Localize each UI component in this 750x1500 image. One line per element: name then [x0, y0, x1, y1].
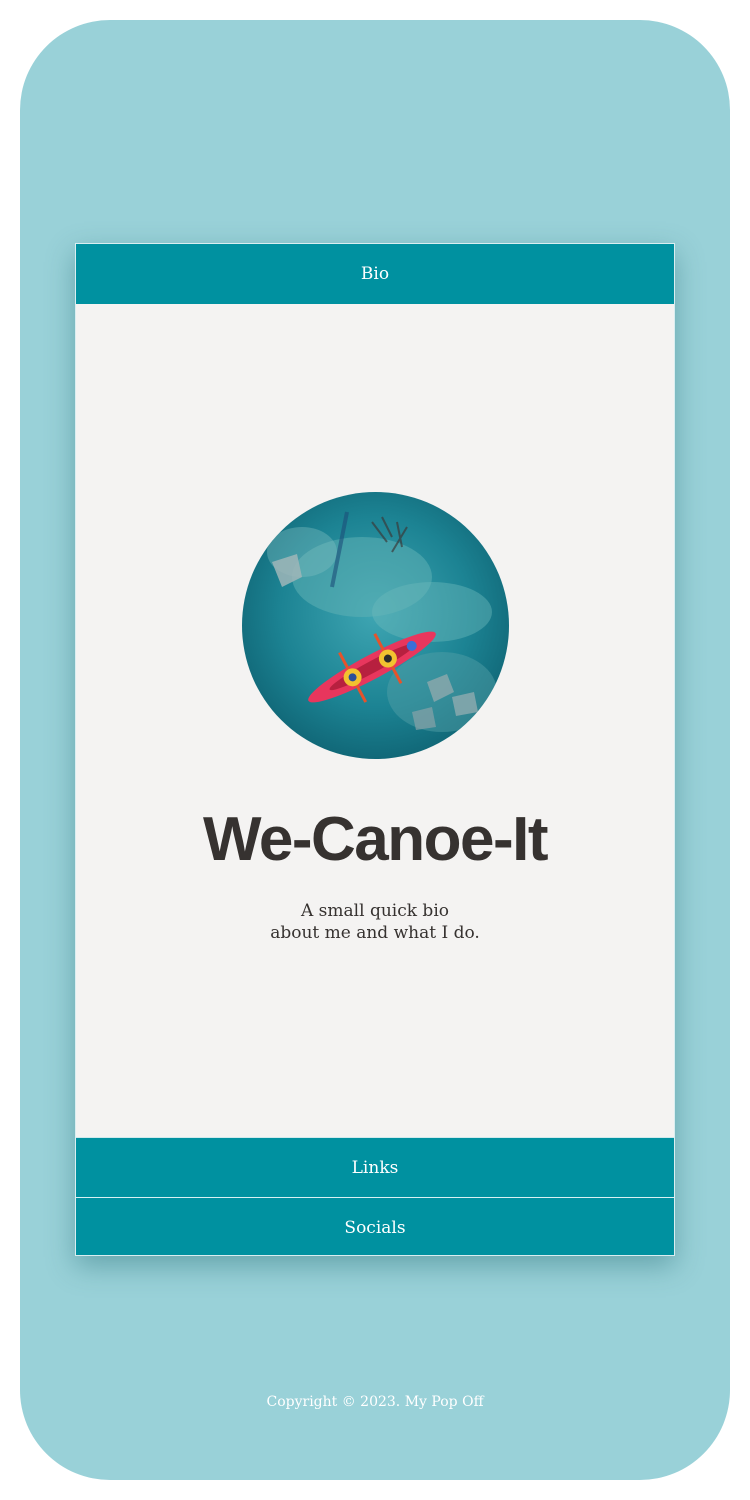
profile-image: [242, 492, 509, 759]
tab-bio-label: Bio: [360, 264, 390, 284]
kayak-photo-icon: [242, 492, 509, 759]
tab-links-label: Links: [351, 1157, 399, 1178]
bio-line-2: about me and what I do.: [270, 923, 480, 943]
copyright-text: Copyright © 2023. My Pop Off: [266, 1394, 484, 1410]
tab-bio[interactable]: Bio: [76, 244, 674, 304]
page-title: We-Canoe-It: [202, 805, 549, 874]
tab-socials-label: Socials: [344, 1217, 406, 1238]
bio-line-1: A small quick bio: [301, 901, 449, 921]
tab-links[interactable]: Links: [76, 1137, 674, 1197]
profile-card: Bio We-Canoe-It A small quick bio about …: [75, 243, 675, 1256]
bio-text: A small quick bio about me and what I do…: [76, 900, 674, 944]
tab-socials[interactable]: Socials: [76, 1197, 674, 1255]
